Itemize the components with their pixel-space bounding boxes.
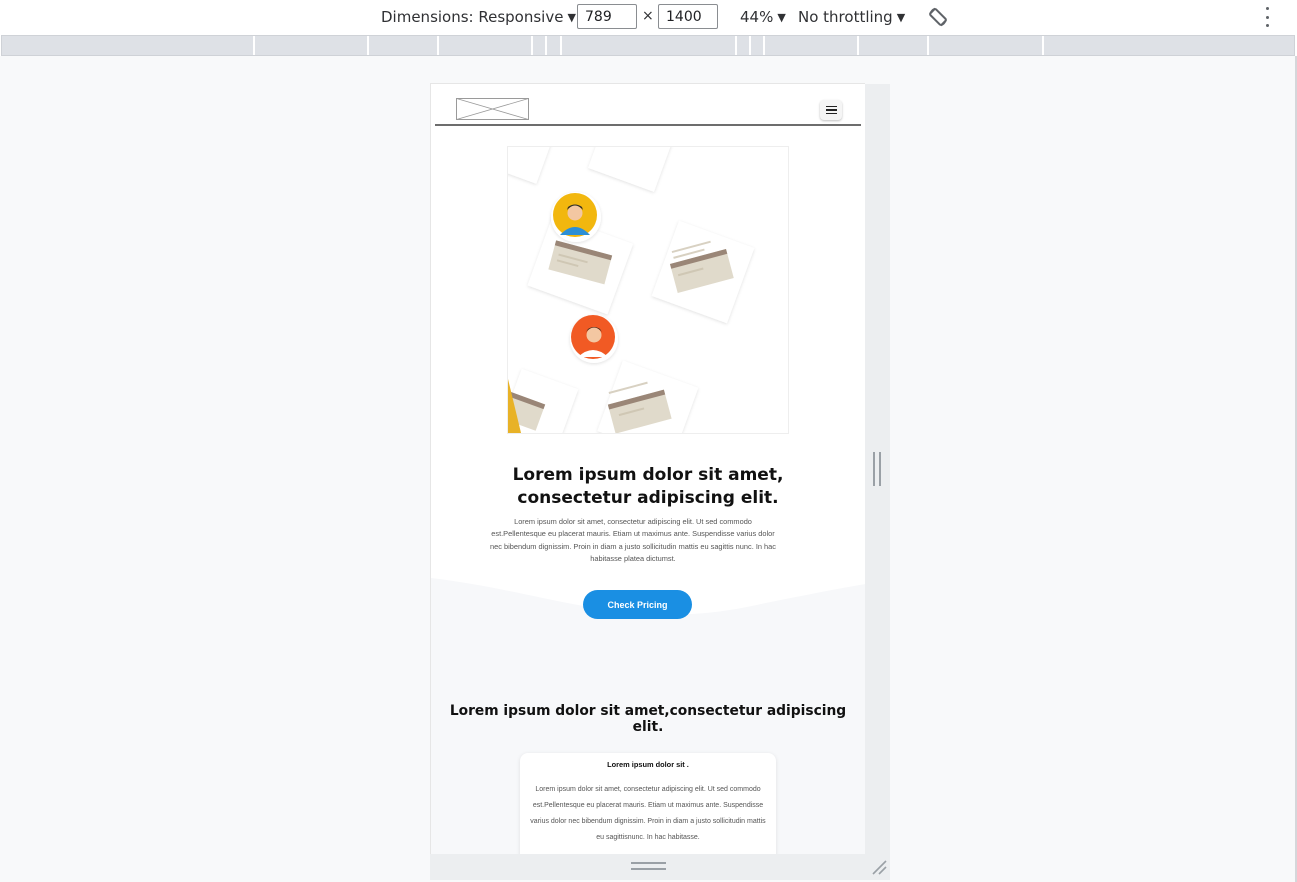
mq-divider: [735, 36, 737, 55]
devtools-device-toolbar: Dimensions: Responsive ▼ 789 × 1400 44% …: [0, 0, 1297, 34]
mq-divider: [253, 36, 255, 55]
mq-divider: [763, 36, 765, 55]
hero-title: Lorem ipsum dolor sit amet, consectetur …: [512, 465, 784, 508]
corner-resize-icon[interactable]: [870, 858, 888, 876]
mq-divider: [1042, 36, 1044, 55]
mq-divider: [927, 36, 929, 55]
chevron-down-icon: ▼: [567, 10, 576, 24]
height-input[interactable]: 1400: [658, 4, 718, 29]
times-symbol: ×: [642, 8, 654, 24]
card-title: Lorem ipsum dolor sit .: [607, 760, 689, 769]
emulated-viewport[interactable]: Lorem ipsum dolor sit amet, consectetur …: [430, 83, 865, 854]
logo-placeholder[interactable]: [456, 98, 529, 120]
check-pricing-button[interactable]: Check Pricing: [583, 590, 692, 619]
throttling-label: No throttling: [798, 8, 893, 26]
site-header: [435, 84, 861, 126]
card-text: Lorem ipsum dolor sit amet, consectetur …: [530, 786, 766, 841]
mq-divider: [437, 36, 439, 55]
resize-handle-icon[interactable]: [873, 452, 881, 486]
zoom-label: 44%: [740, 8, 774, 26]
feature-card: Lorem ipsum dolor sit . Lorem ipsum dolo…: [520, 753, 776, 854]
hero-paragraph: Lorem ipsum dolor sit amet, consectetur …: [490, 517, 776, 563]
mq-divider: [367, 36, 369, 55]
more-options-icon[interactable]: [1259, 7, 1275, 27]
chevron-down-icon: ▼: [896, 10, 906, 24]
dimensions-dropdown[interactable]: Dimensions: Responsive ▼: [381, 0, 576, 34]
mq-divider: [560, 36, 562, 55]
section-title: Lorem ipsum dolor sit amet,consectetur a…: [449, 703, 847, 735]
chevron-down-icon: ▼: [777, 10, 786, 24]
hamburger-menu-icon[interactable]: [820, 100, 842, 120]
mq-divider: [545, 36, 547, 55]
dimensions-label: Dimensions: Responsive: [381, 8, 564, 26]
hero-illustration: [507, 146, 789, 434]
width-input[interactable]: 789: [577, 4, 637, 29]
zoom-dropdown[interactable]: 44% ▼: [740, 0, 786, 34]
mq-divider: [531, 36, 533, 55]
throttling-dropdown[interactable]: No throttling ▼: [798, 0, 905, 34]
media-query-bar[interactable]: [1, 35, 1295, 56]
mq-divider: [857, 36, 859, 55]
rotate-icon[interactable]: [926, 5, 950, 29]
resize-handle-icon[interactable]: [631, 862, 666, 870]
mq-divider: [749, 36, 751, 55]
